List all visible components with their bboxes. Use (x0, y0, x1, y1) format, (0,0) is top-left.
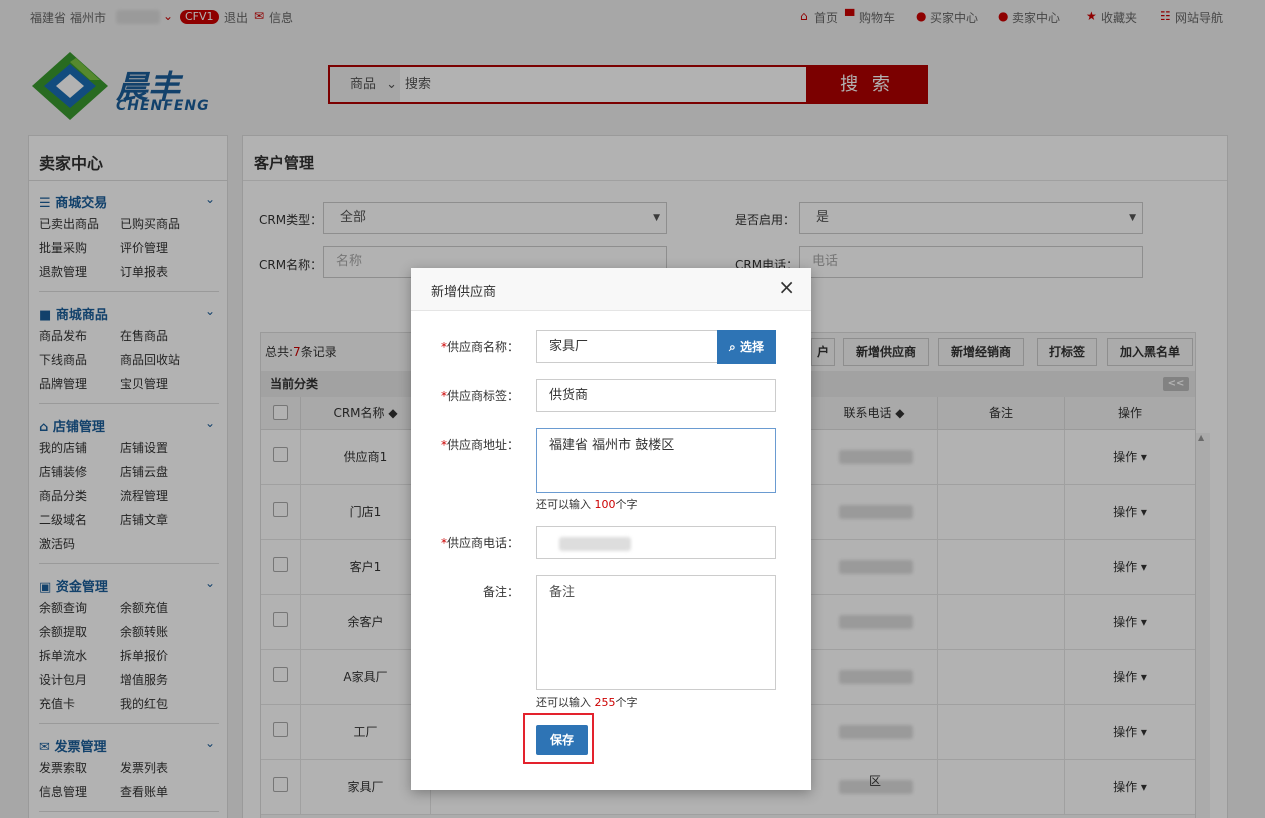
supplier-phone-label: *供应商电话： (440, 536, 519, 550)
dialog-title: 新增供应商 (431, 285, 497, 300)
address-char-hint: 还可以输入 100个字 (536, 498, 638, 511)
remark-textarea[interactable]: 备注 (536, 575, 776, 690)
close-icon[interactable]: × (778, 277, 795, 297)
dialog-header: 新增供应商 × (411, 268, 811, 311)
supplier-phone-input[interactable] (536, 526, 776, 559)
supplier-address-label: *供应商地址： (440, 438, 519, 452)
supplier-name-input[interactable]: 家具厂 (536, 330, 718, 363)
remark-char-hint: 还可以输入 255个字 (536, 696, 638, 709)
save-button[interactable]: 保存 (536, 725, 588, 755)
select-supplier-button[interactable]: ⌕ 选择 (717, 330, 776, 364)
supplier-tag-input[interactable]: 供货商 (536, 379, 776, 412)
supplier-address-textarea[interactable]: 福建省 福州市 鼓楼区 (536, 428, 776, 493)
supplier-name-label: *供应商名称： (440, 340, 519, 354)
add-supplier-dialog: 新增供应商 × *供应商名称： 家具厂 ⌕ 选择 *供应商标签： 供货商 *供应… (411, 268, 811, 790)
remark-label: 备注： (482, 585, 519, 599)
search-icon: ⌕ (729, 340, 736, 354)
supplier-tag-label: *供应商标签： (440, 389, 519, 403)
